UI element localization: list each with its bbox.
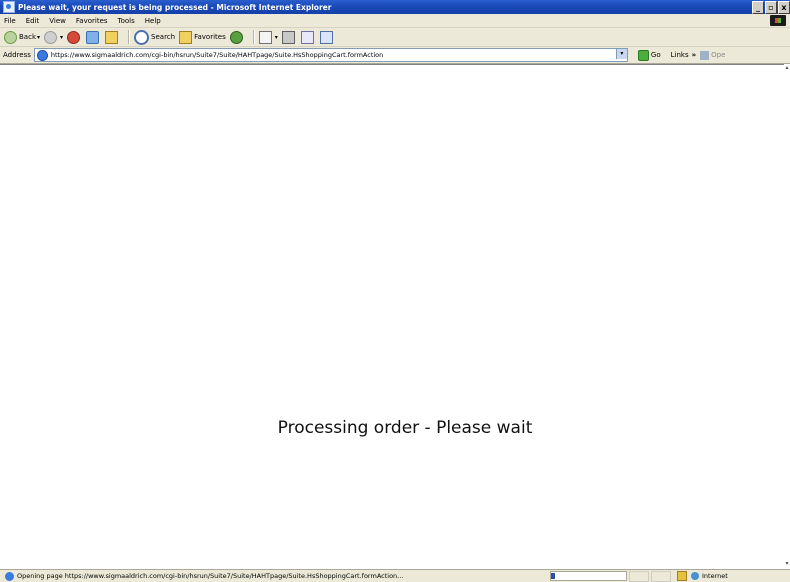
ie-page-icon [36, 49, 48, 61]
close-button[interactable]: x [778, 1, 790, 14]
stop-icon [67, 30, 81, 44]
toolbar-separator [128, 30, 131, 44]
menu-help[interactable]: Help [140, 17, 166, 25]
stop-button[interactable] [67, 30, 82, 44]
status-text: Opening page https://www.sigmaaldrich.co… [17, 572, 404, 580]
discuss-icon [319, 30, 333, 44]
edit-button[interactable] [300, 30, 316, 44]
search-button[interactable]: Search [134, 29, 176, 45]
forward-dropdown-icon[interactable]: ▾ [60, 34, 63, 41]
links-overflow-item[interactable]: Ope [700, 50, 726, 60]
mail-dropdown-icon[interactable]: ▾ [275, 34, 278, 41]
mail-button[interactable]: ▾ [258, 30, 278, 44]
address-label: Address [3, 51, 31, 59]
menu-view[interactable]: View [44, 17, 71, 25]
menu-favorites[interactable]: Favorites [71, 17, 113, 25]
print-button[interactable] [281, 30, 297, 44]
favorites-icon [179, 30, 193, 44]
history-icon [229, 30, 243, 44]
scroll-up-arrow-icon[interactable]: ▴ [784, 64, 790, 72]
go-label: Go [650, 51, 661, 59]
print-icon [281, 30, 295, 44]
address-field[interactable]: ▾ [33, 48, 628, 62]
menu-file[interactable]: File [0, 17, 21, 25]
go-arrow-icon [637, 49, 649, 61]
back-arrow-icon [4, 30, 17, 44]
address-input[interactable] [50, 51, 611, 59]
menu-edit[interactable]: Edit [21, 17, 45, 25]
refresh-icon [86, 30, 100, 44]
links-label: Links [670, 51, 689, 59]
links-chevron-icon[interactable]: » [692, 51, 697, 59]
search-icon [134, 29, 150, 45]
windows-logo-icon [770, 15, 786, 26]
menu-tools[interactable]: Tools [113, 17, 140, 25]
address-dropdown-icon[interactable]: ▾ [615, 49, 627, 59]
address-bar: Address ▾ Go Links » Ope [0, 47, 790, 64]
progress-fill [551, 573, 555, 579]
back-button[interactable]: Back ▾ [4, 30, 40, 44]
go-button[interactable]: Go [637, 49, 661, 61]
scroll-down-arrow-icon[interactable]: ▾ [784, 560, 790, 568]
links-toolbar[interactable]: Links » [671, 51, 697, 59]
maximize-button[interactable]: ▫ [765, 1, 777, 14]
home-button[interactable] [105, 30, 120, 44]
home-icon [105, 30, 119, 44]
zone-label: Internet [702, 572, 728, 580]
back-dropdown-icon[interactable]: ▾ [37, 34, 40, 41]
standard-toolbar: Back ▾ ▾ Search Favorites ▾ [0, 28, 790, 47]
minimize-button[interactable]: _ [752, 1, 764, 14]
menu-bar: File Edit View Favorites Tools Help [0, 14, 790, 28]
status-bar: Opening page https://www.sigmaaldrich.co… [0, 569, 790, 582]
vertical-scrollbar[interactable]: ▴ ▾ [784, 64, 790, 568]
title-bar[interactable]: Please wait, your request is being proce… [0, 0, 790, 14]
mail-icon [258, 30, 272, 44]
discuss-button[interactable] [319, 30, 335, 44]
window-title: Please wait, your request is being proce… [18, 2, 332, 12]
processing-message: Processing order - Please wait [277, 418, 533, 438]
forward-button[interactable]: ▾ [44, 30, 63, 44]
link-page-icon [700, 50, 710, 60]
ie-status-icon [5, 571, 14, 581]
edit-icon [300, 30, 314, 44]
toolbar-separator [252, 30, 255, 44]
progress-bar [550, 571, 627, 581]
history-button[interactable] [229, 30, 245, 44]
favorites-label: Favorites [194, 33, 226, 41]
favorites-button[interactable]: Favorites [179, 30, 226, 44]
search-label: Search [151, 33, 176, 41]
browser-window: Please wait, your request is being proce… [0, 0, 790, 582]
globe-icon [691, 572, 699, 580]
status-panel [651, 570, 671, 582]
lock-icon [677, 571, 687, 581]
window-controls: _ ▫ x [751, 1, 790, 14]
ie-app-icon[interactable] [3, 1, 15, 13]
security-zone[interactable]: Internet [691, 572, 728, 580]
forward-arrow-icon [44, 30, 58, 44]
refresh-button[interactable] [86, 30, 101, 44]
status-panel [629, 570, 649, 582]
links-overflow-label: Ope [711, 51, 726, 59]
back-label: Back [19, 33, 36, 41]
page-content: Processing order - Please wait [0, 64, 790, 569]
